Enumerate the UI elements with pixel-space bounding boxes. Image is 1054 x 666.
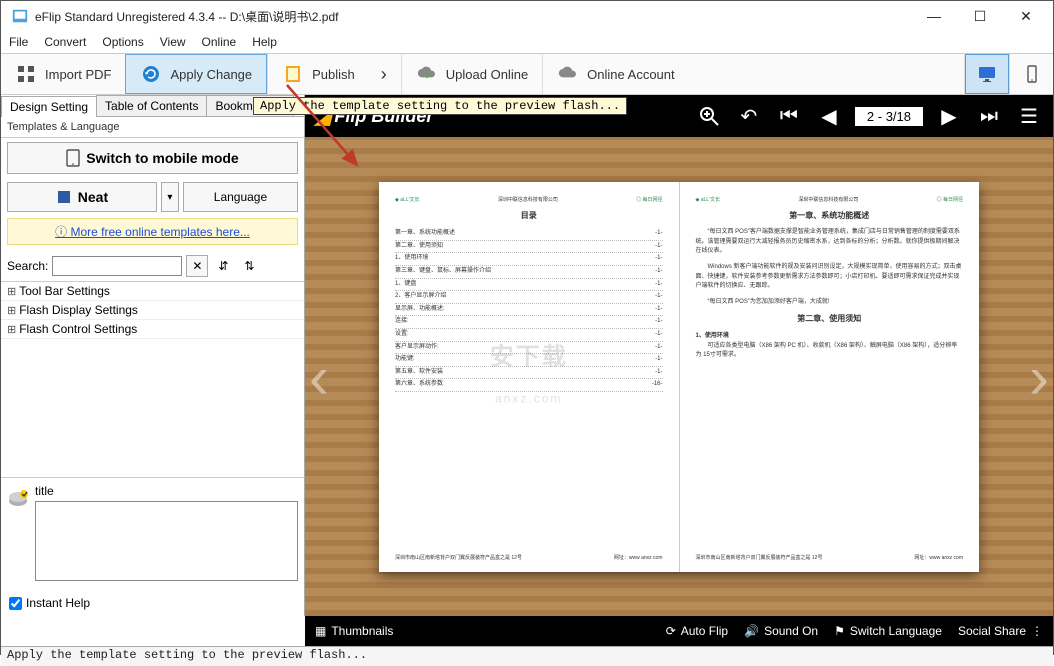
next-page-icon[interactable]: ▶ (935, 102, 963, 130)
menu-options[interactable]: Options (102, 35, 143, 49)
cloud-icon (557, 63, 579, 85)
undo-icon[interactable]: ↶ (735, 102, 763, 130)
next-page-nav[interactable]: › (1029, 342, 1049, 411)
publish-button[interactable]: Publish › (267, 54, 401, 94)
close-button[interactable]: ✕ (1003, 1, 1049, 31)
menu-bar: File Convert Options View Online Help (1, 31, 1053, 53)
social-share-button[interactable]: Social Share ⋮ (958, 624, 1043, 638)
template-dropdown[interactable]: ▾ (161, 182, 179, 212)
switch-mobile-button[interactable]: Switch to mobile mode (7, 142, 298, 174)
app-icon (11, 7, 29, 25)
property-icon (7, 484, 29, 510)
zoom-in-icon[interactable] (695, 102, 723, 130)
clear-search-button[interactable]: ✕ (186, 255, 208, 277)
group-templates-language: Templates & Language (1, 117, 304, 138)
collapse-icon[interactable]: ⇅ (238, 255, 260, 277)
minimize-button[interactable]: ― (911, 1, 957, 31)
search-input[interactable] (52, 256, 182, 276)
menu-online[interactable]: Online (202, 35, 237, 49)
window-title: eFlip Standard Unregistered 4.3.4 -- D:\… (35, 8, 911, 25)
online-account-button[interactable]: Online Account (542, 54, 688, 94)
import-pdf-button[interactable]: Import PDF (1, 54, 125, 94)
instant-help-label: Instant Help (26, 596, 90, 610)
desktop-view-button[interactable] (965, 54, 1009, 94)
cloud-upload-icon (416, 63, 438, 85)
thumbnails-button[interactable]: ▦ Thumbnails (315, 624, 393, 638)
expand-icon[interactable]: ⇵ (212, 255, 234, 277)
page-indicator[interactable]: 2 - 3/18 (855, 107, 923, 126)
search-label: Search: (7, 259, 48, 273)
page-left: ◆ aLL'文长深圳中联信息科技有限公司◎ 每日网径 目录 第一章、系统功能概述… (379, 182, 679, 572)
prev-page-icon[interactable]: ◀ (815, 102, 843, 130)
menu-convert[interactable]: Convert (44, 35, 86, 49)
tree-flash-control[interactable]: Flash Control Settings (1, 320, 304, 339)
refresh-icon (140, 63, 162, 85)
monitor-icon (977, 64, 997, 84)
menu-help[interactable]: Help (252, 35, 277, 49)
publish-icon (282, 63, 304, 85)
mobile-view-button[interactable] (1009, 54, 1053, 94)
menu-view[interactable]: View (160, 35, 186, 49)
prev-page-nav[interactable]: ‹ (309, 342, 329, 411)
menu-icon[interactable]: ☰ (1015, 102, 1043, 130)
book-icon (56, 189, 72, 205)
mobile-icon (1022, 64, 1042, 84)
instant-help-checkbox[interactable] (9, 597, 22, 610)
apply-change-button[interactable]: Apply Change (125, 54, 267, 94)
upload-online-button[interactable]: Upload Online (401, 54, 542, 94)
status-bar: Apply the template setting to the previe… (1, 646, 1053, 666)
language-button[interactable]: Language (183, 182, 298, 212)
property-title: title (35, 484, 298, 498)
book-preview: ◆ aLL'文长深圳中联信息科技有限公司◎ 每日网径 目录 第一章、系统功能概述… (379, 182, 979, 572)
first-page-icon[interactable]: ⏮ (775, 102, 803, 130)
tooltip: Apply the template setting to the previe… (253, 97, 627, 115)
chevron-right-icon: › (381, 64, 387, 85)
maximize-button[interactable]: ☐ (957, 1, 1003, 31)
switch-language-button[interactable]: ⚑ Switch Language (834, 624, 942, 638)
template-neat-button[interactable]: Neat (7, 182, 157, 212)
property-textarea[interactable] (35, 501, 298, 581)
auto-flip-button[interactable]: ⟳ Auto Flip (666, 624, 728, 638)
import-icon (15, 63, 37, 85)
sound-button[interactable]: 🔊 Sound On (744, 624, 818, 638)
tab-design-setting[interactable]: Design Setting (1, 96, 97, 117)
page-right: ◆ aLL'文长深圳中联信息科技有限公司◎ 每日网径 第一章、系统功能概述 “每… (679, 182, 980, 572)
menu-file[interactable]: File (9, 35, 28, 49)
mobile-icon (66, 149, 80, 167)
tab-toc[interactable]: Table of Contents (96, 95, 207, 116)
last-page-icon[interactable]: ⏭ (975, 102, 1003, 130)
tree-toolbar-settings[interactable]: Tool Bar Settings (1, 282, 304, 301)
more-templates-link[interactable]: ⓘ More free online templates here... (7, 218, 298, 245)
tree-flash-display[interactable]: Flash Display Settings (1, 301, 304, 320)
